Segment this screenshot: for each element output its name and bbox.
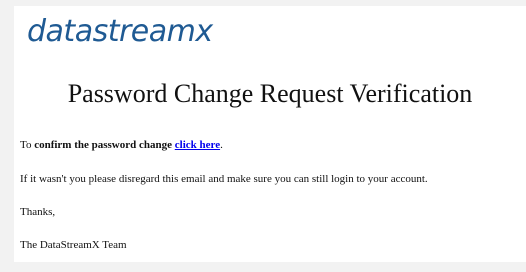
confirm-suffix: . — [220, 139, 223, 151]
confirm-bold-text: confirm the password change — [34, 139, 173, 151]
thanks-text: Thanks, — [20, 206, 56, 218]
email-card: datastreamx Password Change Request Veri… — [14, 6, 526, 262]
confirm-line: To confirm the password change click her… — [20, 139, 223, 151]
team-signature: The DataStreamX Team — [20, 239, 127, 251]
confirm-prefix: To — [20, 139, 35, 151]
email-title: Password Change Request Verification — [67, 79, 473, 108]
datastreamx-logo: datastreamx — [27, 14, 213, 49]
click-here-link[interactable]: click here — [175, 139, 220, 151]
disregard-message: If it wasn't you please disregard this e… — [20, 173, 428, 185]
